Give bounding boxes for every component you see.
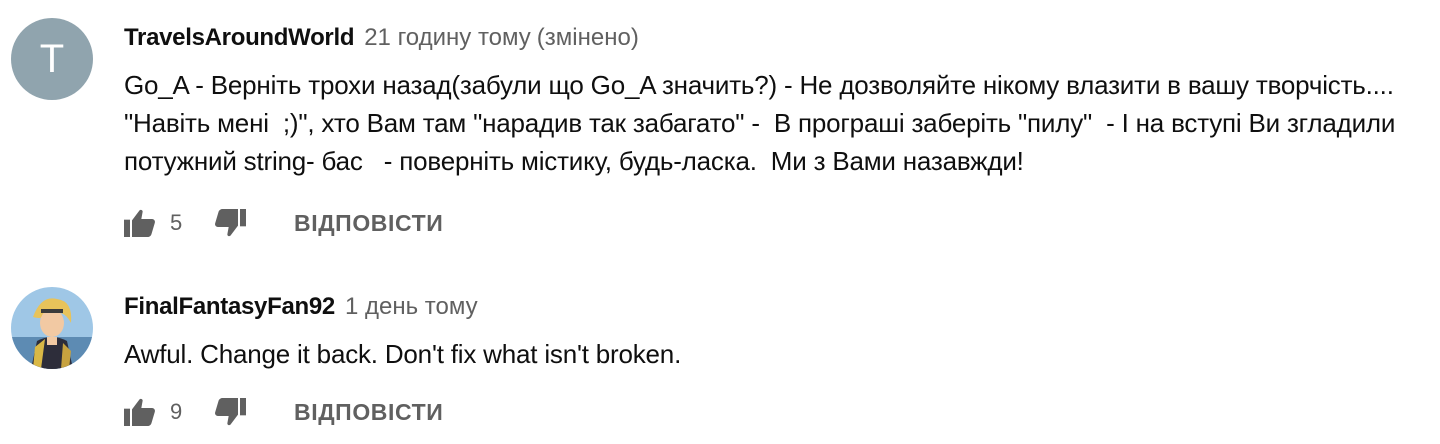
- thumbs-up-icon: [124, 398, 155, 426]
- comment-text: Awful. Change it back. Don't fix what is…: [124, 339, 682, 369]
- comment-text: Go_A - Верніть трохи назад(забули що Go_…: [124, 70, 1403, 176]
- like-count: 9: [170, 399, 183, 424]
- edited-label: (змінено): [536, 24, 639, 51]
- thumbs-down-icon: [215, 398, 246, 426]
- comments-section: T TravelsAroundWorld 21 годину тому (змі…: [0, 0, 1440, 444]
- avatar-letter: T: [39, 36, 65, 81]
- reply-button[interactable]: ВІДПОВІСТИ: [294, 399, 443, 426]
- author-name[interactable]: TravelsAroundWorld: [124, 24, 355, 52]
- thumbs-up-icon: [124, 209, 155, 237]
- like-button[interactable]: [124, 396, 156, 428]
- comment-header: FinalFantasyFan92 1 день тому: [124, 293, 478, 321]
- comment-action-bar: 5 ВІДПОВІСТИ: [124, 203, 443, 243]
- avatar[interactable]: T: [11, 18, 93, 100]
- comment-timestamp[interactable]: 1 день тому: [345, 293, 478, 321]
- comment-action-bar: 9 ВІДПОВІСТИ: [124, 392, 443, 432]
- reply-button[interactable]: ВІДПОВІСТИ: [294, 210, 443, 237]
- avatar[interactable]: [11, 287, 93, 369]
- dislike-button[interactable]: [214, 207, 246, 239]
- author-name[interactable]: FinalFantasyFan92: [124, 293, 335, 321]
- like-count: 5: [170, 210, 183, 235]
- comment-timestamp[interactable]: 21 годину тому: [364, 24, 531, 52]
- comment-header: TravelsAroundWorld 21 годину тому (зміне…: [124, 24, 639, 52]
- avatar-image: [11, 287, 93, 369]
- thumbs-down-icon: [215, 209, 246, 237]
- like-button[interactable]: [124, 207, 156, 239]
- dislike-button[interactable]: [214, 396, 246, 428]
